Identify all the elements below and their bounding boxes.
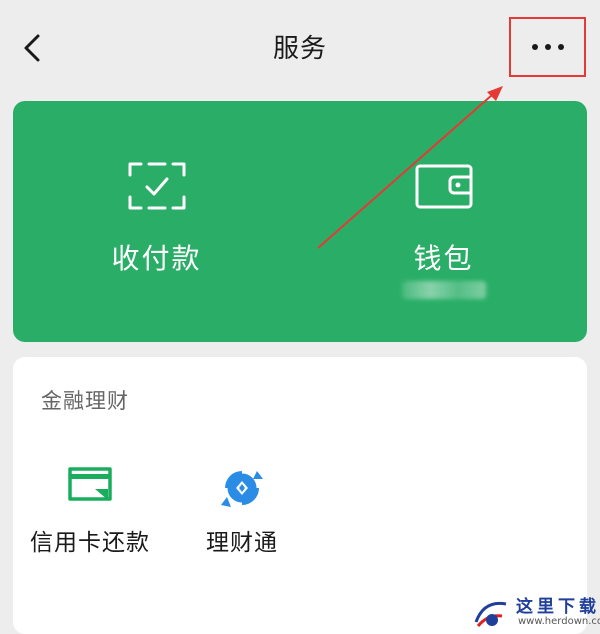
credit-card-repayment-label: 信用卡还款: [30, 530, 150, 556]
more-icon: [531, 44, 564, 50]
wallet-balance-blurred: [401, 281, 486, 299]
wallet-icon: [415, 164, 472, 209]
licaitong-item[interactable]: 理财通: [167, 457, 317, 567]
wallet-label: 钱包: [413, 242, 474, 275]
more-button[interactable]: [509, 17, 586, 77]
receive-pay-tile[interactable]: 收付款: [13, 101, 300, 342]
wallet-card: 收付款 钱包: [13, 101, 587, 342]
licaitong-icon: [221, 468, 263, 508]
section-title: 金融理财: [41, 389, 129, 413]
scan-pay-icon: [128, 162, 185, 210]
watermark-title: 这里下载: [516, 597, 600, 617]
watermark: 这里下载 www.herdown.com: [470, 592, 600, 634]
wallet-tile[interactable]: 钱包: [300, 101, 587, 342]
credit-card-icon: [68, 467, 112, 501]
watermark-url: www.herdown.com: [518, 616, 600, 627]
nav-bar: 服务: [0, 0, 600, 100]
credit-card-repayment-item[interactable]: 信用卡还款: [15, 457, 165, 567]
licaitong-label: 理财通: [206, 530, 278, 556]
watermark-logo-icon: [474, 601, 507, 627]
receive-pay-label: 收付款: [111, 242, 202, 275]
